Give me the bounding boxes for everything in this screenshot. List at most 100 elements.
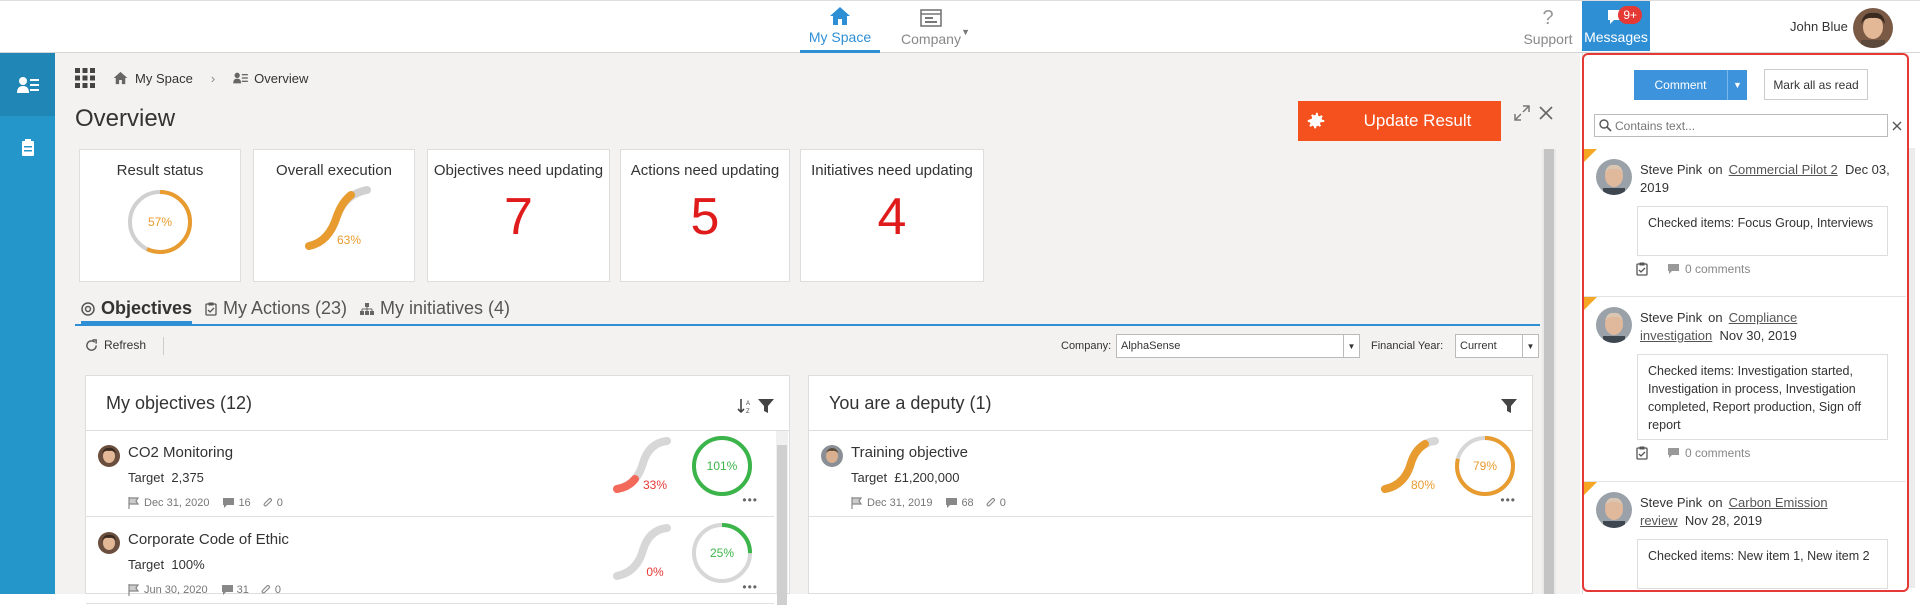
target-icon bbox=[81, 301, 95, 316]
target-label: Target bbox=[851, 470, 888, 485]
message-search-input[interactable]: Contains text... bbox=[1594, 114, 1888, 137]
message-link[interactable]: Commercial Pilot 2 bbox=[1729, 162, 1838, 177]
message-header: Steve Pink on Compliance investigation Nov… bbox=[1640, 309, 1898, 345]
kpi-overall-execution[interactable]: Overall execution 63% bbox=[253, 149, 415, 282]
score-ring: 101% bbox=[692, 436, 752, 496]
financial-year-select[interactable]: Current ▼ bbox=[1455, 334, 1539, 358]
tab-my-actions[interactable]: My Actions (23) bbox=[205, 298, 347, 319]
kpi-title: Actions need updating bbox=[630, 162, 780, 179]
nav-my-space[interactable]: My Space bbox=[800, 1, 880, 53]
user-avatar[interactable] bbox=[1853, 8, 1893, 48]
clear-search-icon[interactable] bbox=[1889, 114, 1905, 137]
sort-icon[interactable]: AZ bbox=[737, 398, 753, 414]
breadcrumb: My Space › Overview bbox=[75, 63, 308, 93]
scrollbar-thumb[interactable] bbox=[777, 445, 787, 605]
refresh-button[interactable]: Refresh bbox=[85, 338, 146, 352]
checklist-icon[interactable] bbox=[1636, 262, 1648, 276]
panel-title: You are a deputy (1) bbox=[829, 393, 992, 413]
page-title: Overview bbox=[75, 105, 176, 132]
deputy-panel: You are a deputy (1) Training objective … bbox=[808, 375, 1533, 594]
objective-row[interactable]: CO2 Monitoring Target 2,375 Dec 31, 2020… bbox=[86, 431, 774, 517]
objective-name[interactable]: Training objective bbox=[851, 444, 968, 461]
toolbar-divider bbox=[163, 337, 164, 355]
score-value: 25% bbox=[710, 546, 734, 560]
objectives-scrollbar[interactable] bbox=[776, 431, 788, 605]
objective-date: Jun 30, 2020 bbox=[144, 584, 208, 596]
more-options-icon[interactable]: ••• bbox=[742, 580, 758, 594]
tab-objectives[interactable]: Objectives bbox=[81, 298, 193, 324]
sidebar-item-overview[interactable] bbox=[0, 53, 55, 116]
scrollbar-thumb[interactable] bbox=[1544, 149, 1554, 594]
message-footer: 0 comments bbox=[1636, 446, 1750, 460]
message-on: on bbox=[1708, 310, 1723, 325]
comment-count: 31 bbox=[236, 584, 249, 596]
kpi-title: Objectives need updating bbox=[433, 162, 604, 179]
objective-name[interactable]: CO2 Monitoring bbox=[128, 444, 233, 461]
filter-icon[interactable] bbox=[758, 399, 774, 414]
checklist-icon[interactable] bbox=[1636, 446, 1648, 460]
overall-execution-value: 63% bbox=[337, 233, 361, 247]
tab-my-initiatives[interactable]: My initiatives (4) bbox=[360, 298, 510, 319]
main-scrollbar[interactable] bbox=[1542, 149, 1556, 594]
expand-icon[interactable] bbox=[1512, 103, 1532, 123]
kpi-actions-need-updating[interactable]: Actions need updating 5 bbox=[620, 149, 790, 282]
messages-scrollbar[interactable] bbox=[1907, 148, 1915, 588]
kpi-value: 4 bbox=[877, 188, 907, 246]
kpi-result-status[interactable]: Result status 57% bbox=[79, 149, 241, 282]
company-select[interactable]: AlphaSense ▼ bbox=[1116, 334, 1360, 358]
attachment-count: 0 bbox=[276, 497, 283, 509]
help-icon: ? bbox=[1542, 6, 1554, 29]
messages-badge: 9+ bbox=[1618, 6, 1642, 24]
home-icon bbox=[113, 71, 128, 85]
owner-avatar bbox=[98, 532, 120, 554]
kpi-objectives-need-updating[interactable]: Objectives need updating 7 bbox=[427, 149, 610, 282]
mark-all-read-button[interactable]: Mark all as read bbox=[1764, 69, 1868, 100]
comment-button-label: Comment bbox=[1654, 78, 1707, 92]
sidebar-item-reports[interactable] bbox=[0, 116, 55, 179]
author-avatar bbox=[1596, 492, 1632, 528]
progress-gauge: 0% bbox=[613, 524, 671, 580]
tab-label: My initiatives (4) bbox=[380, 298, 511, 318]
owner-avatar bbox=[98, 445, 120, 467]
main-content: My Space › Overview Overview Update Resu… bbox=[55, 53, 1580, 605]
objective-row[interactable]: Training objective Target £1,200,000 Dec… bbox=[809, 431, 1532, 517]
objective-meta: Dec 31, 2020 16 0 bbox=[128, 497, 283, 509]
message-footer: 0 comments bbox=[1636, 262, 1750, 276]
message-comments[interactable]: 0 comments bbox=[1685, 446, 1750, 460]
message-on: on bbox=[1708, 495, 1723, 510]
svg-text:Z: Z bbox=[746, 409, 750, 414]
update-result-button[interactable]: Update Result bbox=[1298, 101, 1501, 141]
nav-messages[interactable]: Messages 9+ bbox=[1582, 1, 1650, 51]
user-name[interactable]: John Blue bbox=[1790, 19, 1848, 34]
kpi-title: Initiatives need updating bbox=[811, 162, 973, 179]
objective-row[interactable]: Corporate Code of Ethic Target 100% Jun … bbox=[86, 518, 774, 604]
caret-down-icon[interactable]: ▼ bbox=[1727, 70, 1747, 100]
apps-grid-icon[interactable] bbox=[75, 68, 95, 88]
close-icon[interactable] bbox=[1536, 103, 1556, 123]
objective-name[interactable]: Corporate Code of Ethic bbox=[128, 531, 289, 548]
kpi-initiatives-need-updating[interactable]: Initiatives need updating 4 bbox=[800, 149, 984, 282]
tab-label: My Actions (23) bbox=[223, 298, 348, 318]
comment-count: 16 bbox=[238, 497, 251, 509]
filter-icon[interactable] bbox=[1501, 399, 1517, 414]
comment-button[interactable]: Comment ▼ bbox=[1634, 70, 1747, 100]
message-comments[interactable]: 0 comments bbox=[1685, 262, 1750, 276]
chevron-right-icon: › bbox=[210, 70, 216, 86]
breadcrumb-my-space[interactable]: My Space bbox=[135, 71, 193, 86]
chevron-down-icon: ▼ bbox=[1343, 335, 1359, 357]
search-placeholder: Contains text... bbox=[1615, 118, 1696, 133]
more-options-icon[interactable]: ••• bbox=[1500, 493, 1516, 507]
author-avatar bbox=[1596, 307, 1632, 343]
nav-company-label: Company bbox=[901, 30, 961, 47]
objective-target: Target £1,200,000 bbox=[851, 470, 959, 485]
progress-gauge: 80% bbox=[1381, 437, 1439, 493]
nav-support[interactable]: ? Support bbox=[1518, 1, 1578, 53]
nav-company[interactable]: Company ▼ bbox=[888, 1, 974, 53]
message-item: Steve Pink on Compliance investigation Nov… bbox=[1584, 297, 1906, 482]
more-options-icon[interactable]: ••• bbox=[742, 493, 758, 507]
message-header: Steve Pink on Carbon Emission review Nov 2… bbox=[1640, 494, 1898, 530]
company-icon bbox=[920, 8, 942, 27]
message-body: Checked items: Investigation started, In… bbox=[1637, 354, 1888, 440]
unread-marker bbox=[1584, 149, 1597, 162]
message-item: Steve Pink on Commercial Pilot 2 Dec 03, 2… bbox=[1584, 149, 1906, 297]
